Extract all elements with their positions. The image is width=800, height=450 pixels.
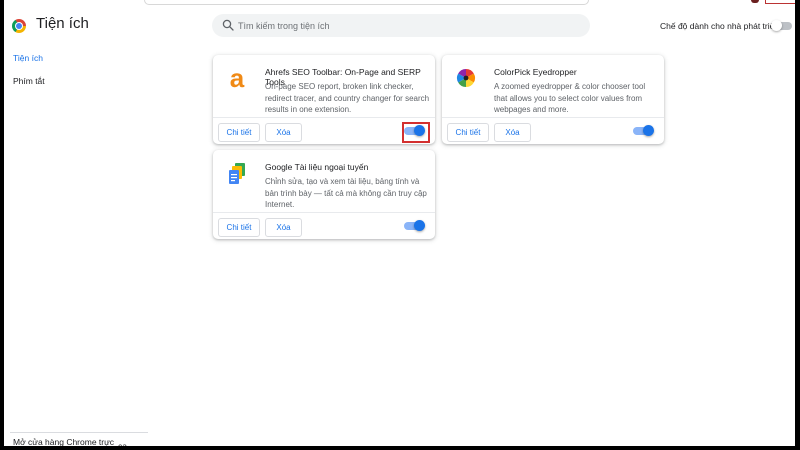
search-icon	[222, 19, 234, 31]
toggle-knob	[771, 20, 782, 31]
details-button[interactable]: Chi tiết	[447, 123, 489, 142]
google-docs-offline-icon	[229, 163, 245, 184]
screenshot-frame: Tiện ích Chế độ dành cho nhà phát triển …	[0, 0, 800, 450]
extensions-page: Tiện ích Chế độ dành cho nhà phát triển …	[4, 0, 795, 446]
card-footer: Chi tiết Xóa	[442, 117, 664, 144]
extension-enable-toggle[interactable]	[404, 125, 425, 136]
toggle-knob	[643, 125, 654, 136]
card-footer: Chi tiết Xóa	[213, 117, 435, 144]
search-input[interactable]	[238, 14, 578, 37]
extension-description: A zoomed eyedropper & color chooser tool…	[494, 82, 646, 115]
top-right-fragment-dot	[751, 0, 759, 3]
chrome-logo-icon	[12, 19, 26, 33]
details-button[interactable]: Chi tiết	[218, 218, 260, 237]
extension-name: ColorPick Eyedropper	[494, 67, 577, 77]
card-footer: Chi tiết Xóa	[213, 212, 435, 239]
colorpick-icon	[456, 69, 476, 87]
sidebar-divider	[10, 432, 148, 433]
extension-description: Chỉnh sửa, tạo và xem tài liệu, bảng tín…	[265, 177, 427, 210]
remove-button[interactable]: Xóa	[265, 218, 302, 237]
details-button[interactable]: Chi tiết	[218, 123, 260, 142]
extension-enable-toggle[interactable]	[404, 220, 425, 231]
remove-button[interactable]: Xóa	[265, 123, 302, 142]
toggle-knob	[414, 125, 425, 136]
search-box[interactable]	[212, 14, 590, 37]
developer-mode-toggle[interactable]	[771, 20, 792, 31]
ahrefs-icon: a	[229, 63, 245, 93]
open-chrome-web-store-link-suffix[interactable]: ca	[118, 441, 127, 446]
extension-enable-toggle[interactable]	[633, 125, 654, 136]
remove-button[interactable]: Xóa	[494, 123, 531, 142]
toggle-knob	[414, 220, 425, 231]
extension-card-google-docs-offline: Google Tài liệu ngoại tuyến Chỉnh sửa, t…	[213, 150, 435, 239]
extension-description: On-page SEO report, broken link checker,…	[265, 82, 430, 115]
sidebar-item-shortcuts[interactable]: Phím tắt	[13, 76, 45, 86]
top-right-fragment	[765, 0, 795, 4]
page-title: Tiện ích	[36, 15, 89, 32]
top-bar-fragment	[144, 0, 589, 5]
open-chrome-web-store-link[interactable]: Mở cửa hàng Chrome trực	[13, 437, 114, 446]
extension-card-ahrefs: a Ahrefs SEO Toolbar: On-Page and SERP T…	[213, 55, 435, 144]
developer-mode-label: Chế độ dành cho nhà phát triển	[660, 21, 780, 31]
extension-card-colorpick: ColorPick Eyedropper A zoomed eyedropper…	[442, 55, 664, 144]
extension-name: Google Tài liệu ngoại tuyến	[265, 162, 369, 172]
sidebar-item-extensions[interactable]: Tiện ích	[13, 53, 43, 63]
